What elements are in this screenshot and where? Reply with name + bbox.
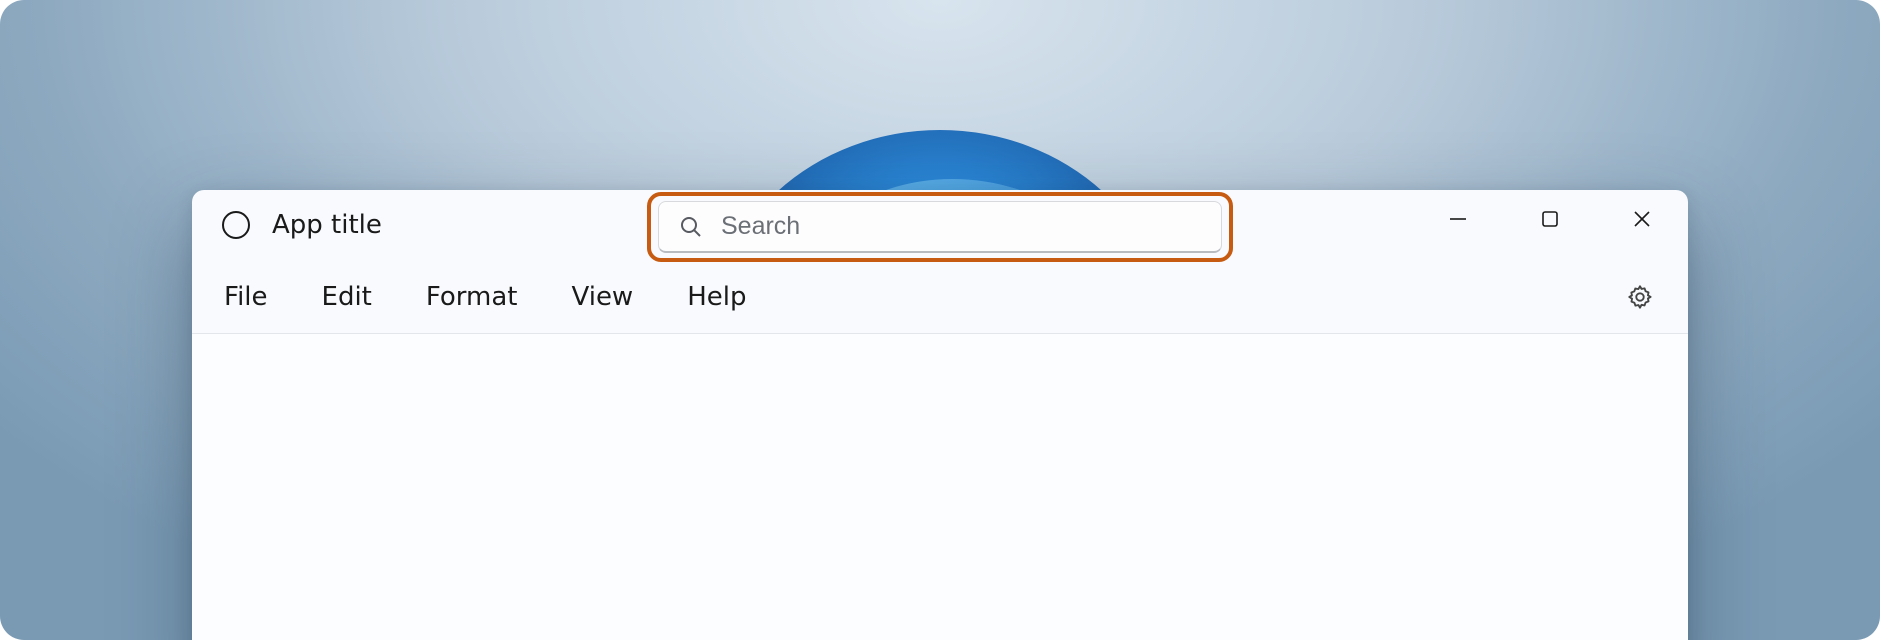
gear-icon [1626, 283, 1654, 311]
minimize-button[interactable] [1412, 190, 1504, 248]
search-input[interactable] [721, 212, 1201, 241]
content-area [192, 334, 1688, 640]
settings-button[interactable] [1620, 277, 1660, 317]
menu-bar: File Edit Format View Help [192, 260, 1688, 334]
menu-item-view[interactable]: View [572, 282, 634, 312]
close-icon [1632, 209, 1652, 229]
search-box[interactable] [658, 201, 1222, 253]
app-window: App title [192, 190, 1688, 640]
caption-buttons [1412, 190, 1688, 248]
desktop-background: App title [0, 0, 1880, 640]
search-icon [679, 215, 703, 239]
app-icon [222, 211, 250, 239]
menu-item-format[interactable]: Format [426, 282, 518, 312]
menu-item-file[interactable]: File [224, 282, 268, 312]
app-title: App title [272, 210, 382, 240]
minimize-icon [1449, 210, 1467, 228]
menu-item-edit[interactable]: Edit [322, 282, 372, 312]
maximize-button[interactable] [1504, 190, 1596, 248]
menu-item-help[interactable]: Help [687, 282, 746, 312]
title-bar[interactable]: App title [192, 190, 1688, 260]
maximize-icon [1541, 210, 1559, 228]
close-button[interactable] [1596, 190, 1688, 248]
